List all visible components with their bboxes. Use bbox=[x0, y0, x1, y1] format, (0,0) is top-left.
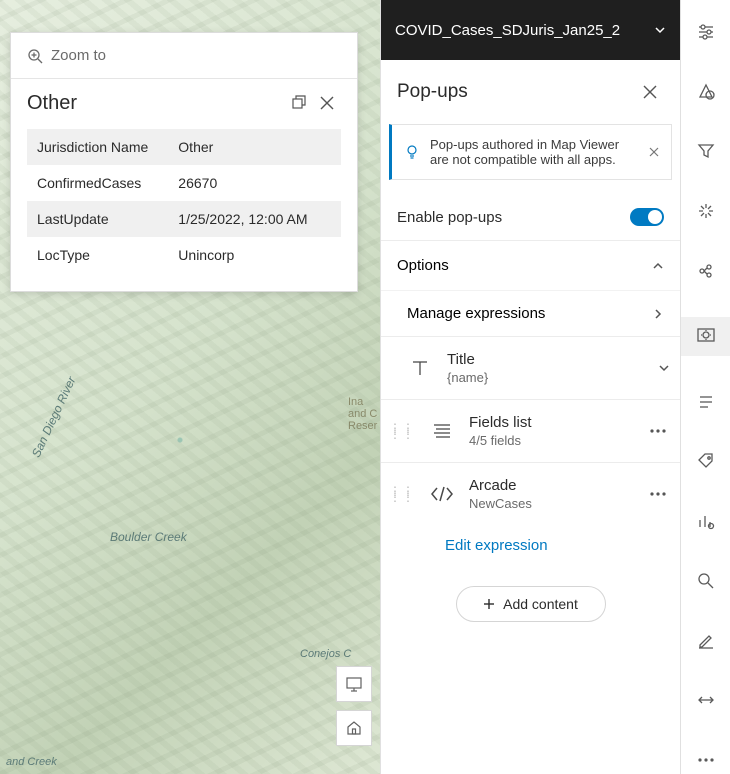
popup-title: Other bbox=[27, 92, 285, 115]
rail-extent[interactable] bbox=[681, 687, 730, 715]
arcade-card-more-button[interactable] bbox=[646, 488, 670, 500]
popup-close-button[interactable] bbox=[313, 89, 341, 117]
rail-cluster[interactable] bbox=[681, 257, 730, 285]
notice-close-button[interactable] bbox=[649, 147, 659, 157]
feature-popup: Zoom to Other Jurisdiction NameOther Con… bbox=[10, 32, 358, 292]
chevron-right-icon bbox=[652, 308, 664, 320]
zoom-to-label: Zoom to bbox=[51, 47, 106, 64]
manage-expressions-button[interactable]: Manage expressions bbox=[381, 290, 680, 336]
search-icon bbox=[697, 572, 715, 590]
more-icon bbox=[698, 758, 714, 762]
rail-charts[interactable] bbox=[681, 507, 730, 535]
chevron-down-icon bbox=[658, 362, 670, 374]
popup-gear-icon bbox=[696, 326, 716, 346]
chevron-up-icon bbox=[652, 260, 664, 272]
rail-symbology[interactable] bbox=[681, 78, 730, 106]
map-label-creek2: and Creek bbox=[6, 756, 57, 768]
attribute-table: Jurisdiction NameOther ConfirmedCases266… bbox=[27, 129, 341, 273]
rail-edit[interactable] bbox=[681, 627, 730, 655]
layer-title: COVID_Cases_SDJuris_Jan25_2 bbox=[395, 22, 654, 39]
close-icon bbox=[649, 147, 659, 157]
title-card-sub: {name} bbox=[447, 370, 648, 385]
arcade-card-label: Arcade bbox=[469, 477, 636, 494]
rail-more[interactable] bbox=[681, 746, 730, 774]
map-label-res: Ina and C Reser bbox=[348, 396, 377, 432]
code-icon bbox=[429, 483, 455, 505]
lines-icon bbox=[697, 393, 715, 411]
rail-filter[interactable] bbox=[681, 138, 730, 166]
dock-icon bbox=[291, 95, 307, 111]
rail-properties[interactable] bbox=[681, 18, 730, 46]
home-button[interactable] bbox=[336, 710, 372, 746]
options-label: Options bbox=[397, 257, 449, 274]
shapes-icon bbox=[697, 83, 715, 101]
options-header[interactable]: Options bbox=[381, 241, 680, 290]
add-content-button[interactable]: Add content bbox=[456, 586, 606, 622]
sparkle-icon bbox=[697, 202, 715, 220]
map-label-river: San Diego River bbox=[29, 374, 79, 459]
enable-popups-toggle[interactable] bbox=[630, 208, 664, 226]
edit-expression-link[interactable]: Edit expression bbox=[381, 525, 680, 570]
cluster-icon bbox=[697, 262, 715, 280]
tag-icon bbox=[697, 452, 715, 470]
table-row: Jurisdiction NameOther bbox=[27, 129, 341, 165]
add-content-label: Add content bbox=[503, 596, 578, 612]
basemap-button[interactable] bbox=[336, 666, 372, 702]
filter-icon bbox=[697, 142, 715, 160]
table-row: LocTypeUnincorp bbox=[27, 237, 341, 273]
pencil-icon bbox=[697, 632, 715, 650]
lightbulb-icon bbox=[404, 144, 420, 160]
more-icon bbox=[650, 429, 666, 433]
map-label-creek3: Conejos C bbox=[300, 648, 351, 660]
zoom-icon bbox=[27, 48, 43, 64]
map-label-creek: Boulder Creek bbox=[110, 530, 187, 544]
close-icon bbox=[320, 96, 334, 110]
popups-panel: COVID_Cases_SDJuris_Jan25_2 Pop-ups Pop-… bbox=[380, 0, 680, 774]
chart-icon bbox=[697, 512, 715, 530]
arcade-card[interactable]: ⋮⋮⋮⋮ Arcade NewCases bbox=[381, 462, 680, 525]
fields-icon bbox=[431, 420, 453, 442]
enable-popups-row: Enable pop-ups bbox=[381, 194, 680, 240]
fields-card-more-button[interactable] bbox=[646, 425, 670, 437]
home-icon bbox=[345, 719, 363, 737]
manage-expressions-label: Manage expressions bbox=[407, 305, 545, 322]
chevron-down-icon bbox=[654, 24, 666, 36]
zoom-to-button[interactable]: Zoom to bbox=[11, 33, 357, 79]
layer-dropdown[interactable]: COVID_Cases_SDJuris_Jan25_2 bbox=[381, 0, 680, 60]
more-icon bbox=[650, 492, 666, 496]
tools-rail bbox=[680, 0, 730, 774]
compatibility-notice: Pop-ups authored in Map Viewer are not c… bbox=[389, 124, 672, 180]
rail-popups[interactable] bbox=[681, 317, 730, 356]
rail-fields[interactable] bbox=[681, 388, 730, 416]
notice-text: Pop-ups authored in Map Viewer are not c… bbox=[430, 137, 639, 167]
arrows-h-icon bbox=[697, 691, 715, 709]
panel-close-button[interactable] bbox=[636, 78, 664, 106]
close-icon bbox=[643, 85, 657, 99]
monitor-icon bbox=[345, 675, 363, 693]
plus-icon bbox=[483, 598, 495, 610]
table-row: LastUpdate1/25/2022, 12:00 AM bbox=[27, 201, 341, 237]
title-card-label: Title bbox=[447, 351, 648, 368]
title-icon bbox=[409, 357, 431, 379]
rail-effects[interactable] bbox=[681, 197, 730, 225]
fields-list-card[interactable]: ⋮⋮⋮⋮ Fields list 4/5 fields bbox=[381, 399, 680, 462]
rail-labels[interactable] bbox=[681, 447, 730, 475]
drag-handle-icon[interactable]: ⋮⋮⋮⋮ bbox=[389, 425, 415, 437]
rail-search[interactable] bbox=[681, 567, 730, 595]
enable-popups-label: Enable pop-ups bbox=[397, 209, 502, 226]
sliders-icon bbox=[697, 23, 715, 41]
dock-button[interactable] bbox=[285, 89, 313, 117]
table-row: ConfirmedCases26670 bbox=[27, 165, 341, 201]
fields-card-label: Fields list bbox=[469, 414, 636, 431]
title-card[interactable]: Title {name} bbox=[381, 336, 680, 399]
drag-handle-icon[interactable]: ⋮⋮⋮⋮ bbox=[389, 488, 415, 500]
arcade-card-sub: NewCases bbox=[469, 496, 636, 511]
fields-card-sub: 4/5 fields bbox=[469, 433, 636, 448]
panel-title: Pop-ups bbox=[397, 81, 636, 103]
